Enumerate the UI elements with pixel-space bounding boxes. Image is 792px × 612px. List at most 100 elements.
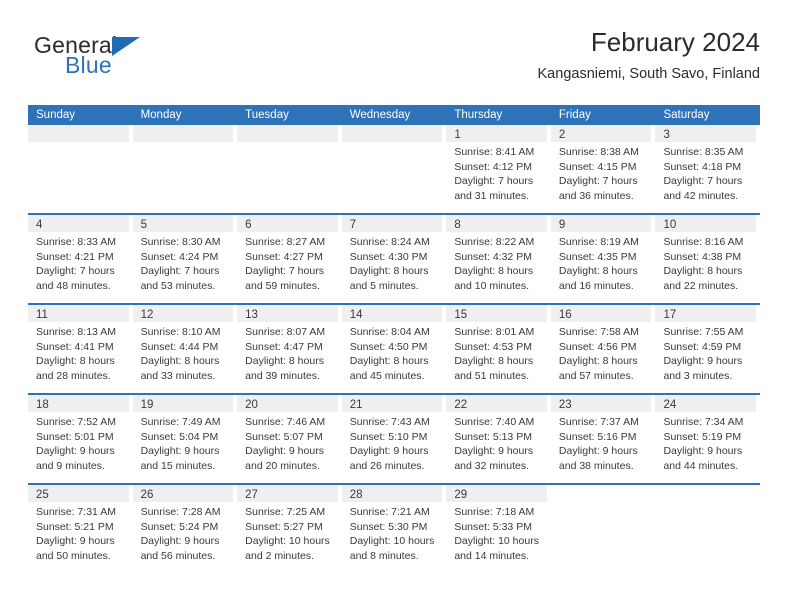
page-title: February 2024 (590, 27, 760, 57)
day-cell[interactable]: 27 Sunrise: 7:25 AM Sunset: 5:27 PM Dayligh… (237, 485, 342, 575)
day-info: Sunrise: 8:30 AM Sunset: 4:24 PM Daylight:… (133, 232, 238, 293)
day-cell[interactable]: 28 Sunrise: 7:21 AM Sunset: 5:30 PM Dayligh… (341, 485, 447, 575)
date-strip: 29 (446, 485, 547, 502)
daylight-text-line1: Daylight: 8 hours (36, 355, 115, 368)
sunrise-text: Sunrise: 7:25 AM (245, 506, 326, 518)
day-cell[interactable]: 4 Sunrise: 8:33 AM Sunset: 4:21 PM Daylight… (28, 215, 133, 303)
day-cell[interactable]: 29 Sunrise: 7:18 AM Sunset: 5:33 PM Dayligh… (446, 485, 551, 575)
day-cell[interactable]: 25 Sunrise: 7:31 AM Sunset: 5:21 PM Dayligh… (28, 485, 133, 575)
sunrise-text: Sunrise: 8:22 AM (454, 236, 535, 248)
day-cell[interactable]: 15 Sunrise: 8:01 AM Sunset: 4:53 PM Dayligh… (446, 305, 551, 393)
day-info: Sunrise: 8:07 AM Sunset: 4:47 PM Daylight:… (237, 322, 342, 383)
day-cell-empty (550, 485, 656, 575)
day-cell[interactable]: 8 Sunrise: 8:22 AM Sunset: 4:32 PM Daylight… (446, 215, 551, 303)
day-cell[interactable]: 6 Sunrise: 8:27 AM Sunset: 4:27 PM Daylight… (237, 215, 342, 303)
date-strip: 14 (341, 305, 443, 322)
day-info: Sunrise: 7:58 AM Sunset: 4:56 PM Daylight:… (551, 322, 656, 383)
day-cell[interactable]: 16 Sunrise: 7:58 AM Sunset: 4:56 PM Dayligh… (550, 305, 656, 393)
day-cell-empty (341, 125, 447, 213)
brand-logo[interactable]: General Blue (34, 32, 254, 92)
day-cell[interactable]: 23 Sunrise: 7:37 AM Sunset: 5:16 PM Dayligh… (550, 395, 656, 483)
date-number: 15 (454, 309, 468, 321)
sunset-text: Sunset: 5:13 PM (454, 430, 532, 443)
daylight-text-line1: Daylight: 7 hours (558, 175, 638, 188)
weekday-header-tuesday: Tuesday (245, 109, 289, 121)
daylight-text-line1: Daylight: 7 hours (36, 265, 115, 278)
day-info: Sunrise: 7:37 AM Sunset: 5:16 PM Daylight:… (551, 412, 656, 473)
daylight-text-line1: Daylight: 8 hours (558, 355, 638, 368)
day-cell[interactable]: 20 Sunrise: 7:46 AM Sunset: 5:07 PM Dayligh… (237, 395, 342, 483)
day-info: Sunrise: 7:52 AM Sunset: 5:01 PM Daylight:… (28, 412, 133, 473)
day-cell[interactable]: 18 Sunrise: 7:52 AM Sunset: 5:01 PM Dayligh… (28, 395, 133, 483)
day-cell[interactable]: 2 Sunrise: 8:38 AM Sunset: 4:15 PM Daylight… (550, 125, 656, 213)
sunset-text: Sunset: 4:56 PM (558, 340, 637, 353)
day-info: Sunrise: 7:55 AM Sunset: 4:59 PM Daylight:… (655, 322, 760, 383)
day-cell[interactable]: 7 Sunrise: 8:24 AM Sunset: 4:30 PM Daylight… (341, 215, 447, 303)
date-strip: 11 (28, 305, 129, 322)
daylight-text-line1: Daylight: 9 hours (36, 445, 115, 458)
date-number: 10 (663, 219, 677, 231)
date-number: 3 (663, 129, 670, 141)
daylight-text-line2: and 48 minutes. (36, 279, 111, 292)
daylight-text-line2: and 26 minutes. (349, 459, 425, 472)
date-number: 25 (36, 489, 49, 501)
daylight-text-line2: and 50 minutes. (36, 549, 111, 562)
day-cell[interactable]: 1 Sunrise: 8:41 AM Sunset: 4:12 PM Daylight… (446, 125, 551, 213)
sunset-text: Sunset: 4:44 PM (140, 340, 219, 353)
daylight-text-line2: and 28 minutes. (36, 369, 111, 382)
day-cell[interactable]: 9 Sunrise: 8:19 AM Sunset: 4:35 PM Daylight… (550, 215, 656, 303)
day-info: Sunrise: 7:43 AM Sunset: 5:10 PM Daylight:… (342, 412, 447, 473)
day-cell[interactable]: 17 Sunrise: 7:55 AM Sunset: 4:59 PM Dayligh… (655, 305, 761, 393)
date-strip: 21 (341, 395, 443, 412)
sunrise-text: Sunrise: 8:16 AM (663, 236, 744, 248)
sunset-text: Sunset: 5:24 PM (140, 520, 219, 533)
day-cell[interactable]: 11 Sunrise: 8:13 AM Sunset: 4:41 PM Dayligh… (28, 305, 133, 393)
date-strip (28, 125, 129, 142)
sunset-text: Sunset: 5:21 PM (36, 520, 114, 533)
day-cell[interactable]: 10 Sunrise: 8:16 AM Sunset: 4:38 PM Dayligh… (655, 215, 761, 303)
daylight-text-line1: Daylight: 7 hours (245, 265, 324, 278)
date-strip: 3 (655, 125, 757, 142)
daylight-text-line2: and 38 minutes. (558, 459, 634, 472)
sunset-text: Sunset: 5:16 PM (558, 430, 637, 443)
day-cell-empty (132, 125, 238, 213)
daylight-text-line2: and 3 minutes. (663, 369, 733, 382)
sunrise-text: Sunrise: 8:38 AM (558, 146, 639, 158)
date-strip: 2 (550, 125, 652, 142)
day-cell[interactable]: 13 Sunrise: 8:07 AM Sunset: 4:47 PM Dayligh… (237, 305, 342, 393)
date-strip: 24 (655, 395, 757, 412)
date-strip: 18 (28, 395, 129, 412)
day-info: Sunrise: 8:33 AM Sunset: 4:21 PM Daylight:… (28, 232, 133, 293)
sunset-text: Sunset: 5:27 PM (245, 520, 323, 533)
day-cell[interactable]: 12 Sunrise: 8:10 AM Sunset: 4:44 PM Dayligh… (132, 305, 238, 393)
date-number: 5 (140, 219, 147, 231)
day-cell[interactable]: 26 Sunrise: 7:28 AM Sunset: 5:24 PM Dayligh… (132, 485, 238, 575)
date-number: 16 (558, 309, 572, 321)
daylight-text-line1: Daylight: 8 hours (663, 265, 743, 278)
date-number: 7 (349, 219, 357, 231)
daylight-text-line2: and 42 minutes. (663, 189, 739, 202)
daylight-text-line2: and 44 minutes. (663, 459, 739, 472)
day-cell[interactable]: 24 Sunrise: 7:34 AM Sunset: 5:19 PM Dayligh… (655, 395, 761, 483)
day-cell[interactable]: 5 Sunrise: 8:30 AM Sunset: 4:24 PM Daylight… (132, 215, 238, 303)
day-cell[interactable]: 22 Sunrise: 7:40 AM Sunset: 5:13 PM Dayligh… (446, 395, 551, 483)
sunset-text: Sunset: 4:12 PM (454, 160, 532, 173)
weeks-container: 1 Sunrise: 8:41 AM Sunset: 4:12 PM Daylight… (28, 125, 761, 575)
day-cell[interactable]: 19 Sunrise: 7:49 AM Sunset: 5:04 PM Dayligh… (132, 395, 238, 483)
sunrise-text: Sunrise: 7:52 AM (36, 416, 116, 428)
day-cell[interactable]: 14 Sunrise: 8:04 AM Sunset: 4:50 PM Dayligh… (341, 305, 447, 393)
date-strip: 17 (655, 305, 757, 322)
date-number: 11 (36, 309, 48, 321)
day-info: Sunrise: 7:25 AM Sunset: 5:27 PM Daylight:… (237, 502, 342, 563)
date-strip (237, 125, 338, 142)
daylight-text-line2: and 39 minutes. (245, 369, 320, 382)
date-number: 2 (558, 129, 566, 141)
day-cell[interactable]: 21 Sunrise: 7:43 AM Sunset: 5:10 PM Dayligh… (341, 395, 447, 483)
week-row: 11 Sunrise: 8:13 AM Sunset: 4:41 PM Dayligh… (28, 305, 761, 395)
day-info: Sunrise: 8:16 AM Sunset: 4:38 PM Daylight:… (655, 232, 760, 293)
date-strip: 16 (550, 305, 652, 322)
daylight-text-line1: Daylight: 7 hours (663, 175, 743, 188)
sunrise-text: Sunrise: 8:13 AM (36, 326, 116, 338)
daylight-text-line2: and 22 minutes. (663, 279, 739, 292)
day-cell[interactable]: 3 Sunrise: 8:35 AM Sunset: 4:18 PM Daylight… (655, 125, 761, 213)
